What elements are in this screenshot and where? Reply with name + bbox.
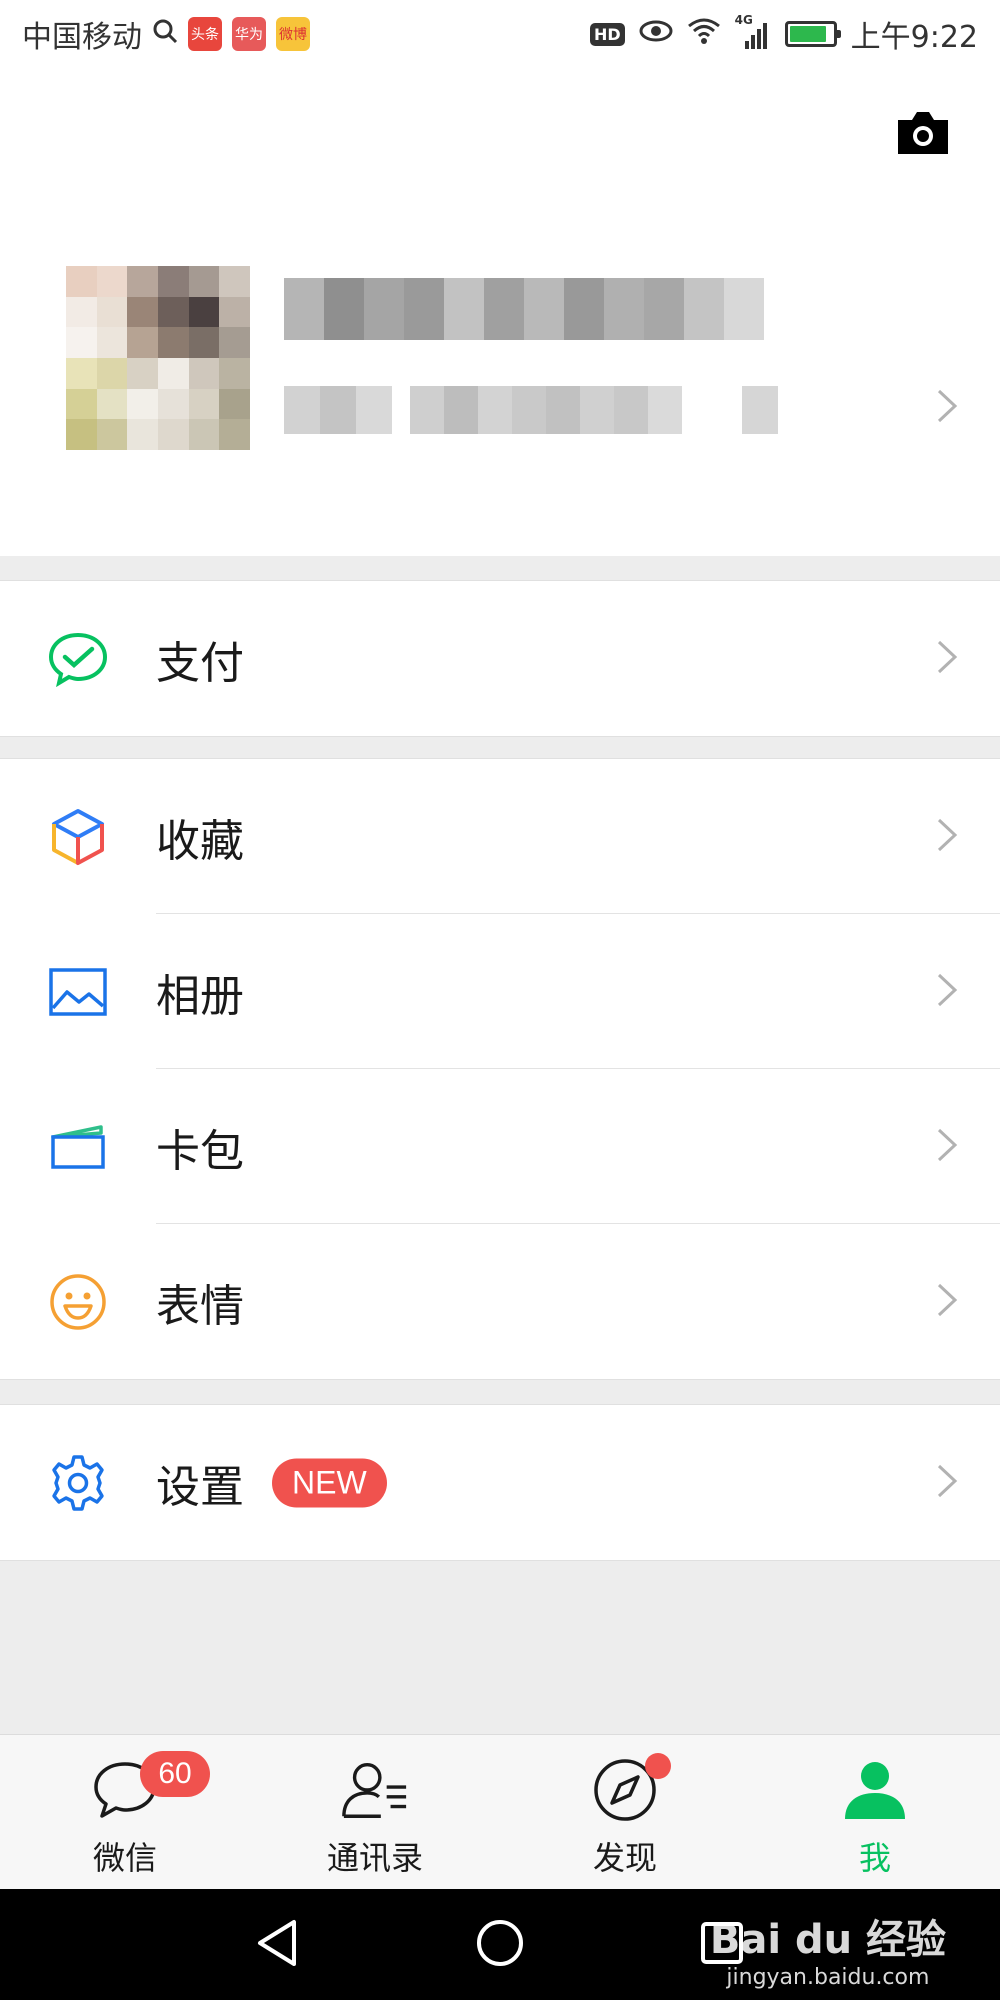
menu-item-cards[interactable]: 卡包 — [0, 1069, 1000, 1224]
person-icon — [840, 1757, 910, 1823]
chevron-right-icon — [936, 639, 958, 679]
notification-dot — [645, 1753, 671, 1779]
system-nav-bar: Bai du 经验 jingyan.baidu.com — [0, 1889, 1000, 2000]
network-type-label: 4G — [734, 13, 753, 27]
menu-item-favorites[interactable]: 收藏 — [0, 759, 1000, 914]
tab-me[interactable]: 我 — [750, 1735, 1000, 1889]
menu-item-label: 表情 — [156, 1280, 244, 1332]
menu-item-settings[interactable]: 设置 NEW — [0, 1405, 1000, 1560]
menu-item-label: 相册 — [156, 970, 244, 1022]
menu-item-label: 设置 — [156, 1461, 244, 1513]
unread-count-badge: 60 — [140, 1751, 210, 1797]
profile-header[interactable] — [0, 68, 1000, 556]
contacts-icon — [340, 1757, 410, 1823]
image-icon — [48, 962, 108, 1022]
tab-contacts[interactable]: 通讯录 — [250, 1735, 500, 1889]
home-icon[interactable] — [475, 1918, 525, 1972]
tab-chats[interactable]: 微信 60 — [0, 1735, 250, 1889]
watermark-main: Bai du 经验 — [709, 1917, 946, 1963]
weibo-icon: 微博 — [276, 17, 310, 51]
cube-icon — [48, 807, 108, 867]
menu-item-album[interactable]: 相册 — [0, 914, 1000, 1069]
clock-label: 上午9:22 — [850, 20, 978, 55]
tab-label: 我 — [858, 1839, 891, 1877]
wechat-id-redacted — [284, 386, 904, 434]
eye-icon — [639, 17, 673, 52]
tab-label: 微信 — [92, 1839, 157, 1877]
tab-discover[interactable]: 发现 — [500, 1735, 750, 1889]
avatar[interactable] — [66, 266, 250, 450]
status-bar: 中国移动 头条 华为 微博 HD 4G 上午9:22 — [0, 0, 1000, 68]
chevron-right-icon — [936, 972, 958, 1012]
battery-icon — [784, 21, 841, 47]
smiley-icon — [48, 1272, 108, 1332]
menu-item-label: 支付 — [156, 637, 244, 689]
chevron-right-icon — [936, 817, 958, 857]
tab-label: 发现 — [592, 1839, 657, 1877]
menu-item-label: 卡包 — [156, 1125, 244, 1177]
huawei-icon: 华为 — [232, 17, 266, 51]
tab-label: 通讯录 — [326, 1839, 423, 1877]
wechat-pay-icon — [48, 629, 108, 689]
carrier-label: 中国移动 — [22, 20, 142, 55]
gear-icon — [48, 1453, 108, 1513]
watermark-sub: jingyan.baidu.com — [726, 1965, 930, 1990]
toutiao-icon: 头条 — [188, 17, 222, 51]
search-icon — [152, 17, 178, 52]
hd-icon: HD — [589, 22, 625, 46]
back-icon[interactable] — [254, 1918, 300, 1972]
wifi-icon — [687, 16, 721, 52]
settings-group: 设置 NEW — [0, 1404, 1000, 1561]
nickname-redacted — [284, 278, 784, 340]
pay-group: 支付 — [0, 580, 1000, 737]
chevron-right-icon — [936, 388, 958, 428]
menu-item-label: 收藏 — [156, 815, 244, 867]
menu-item-pay[interactable]: 支付 — [0, 581, 1000, 736]
features-group: 收藏 相册 卡包 表情 — [0, 758, 1000, 1380]
camera-icon[interactable] — [894, 108, 952, 158]
card-wallet-icon — [48, 1117, 108, 1177]
chevron-right-icon — [936, 1127, 958, 1167]
chevron-right-icon — [936, 1463, 958, 1503]
chevron-right-icon — [936, 1282, 958, 1322]
signal-icon: 4G — [735, 13, 771, 49]
baidu-watermark: Bai du 经验 jingyan.baidu.com — [710, 1907, 946, 1990]
new-badge: NEW — [272, 1458, 387, 1507]
tab-bar: 微信 60 通讯录 发现 我 — [0, 1734, 1000, 1889]
menu-item-stickers[interactable]: 表情 — [0, 1224, 1000, 1379]
